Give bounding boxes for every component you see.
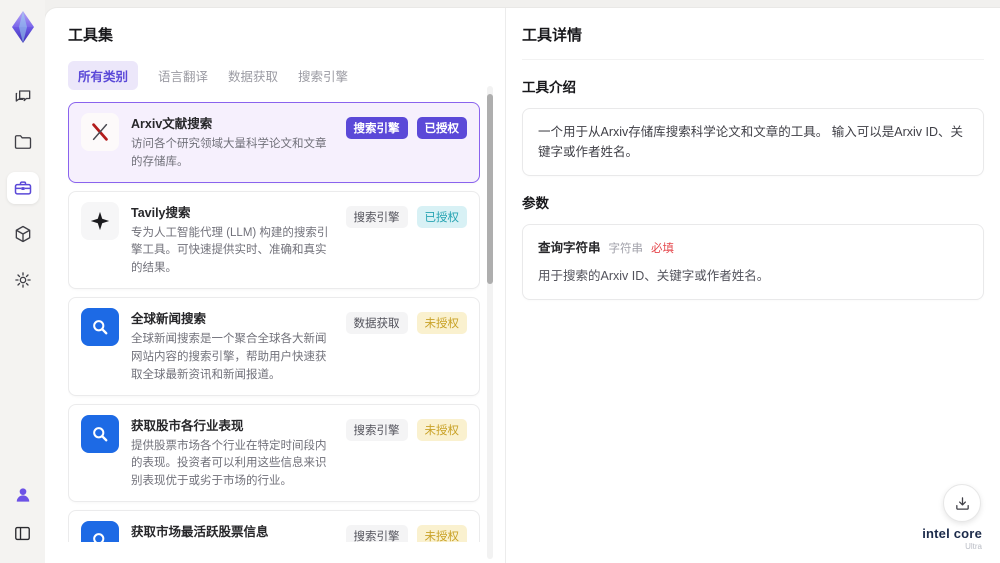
app-window: 工具集 所有类别 语言翻译 数据获取 搜索引擎 Arxiv文献搜索 访问各个研究… (0, 0, 1000, 563)
tool-list: Arxiv文献搜索 访问各个研究领域大量科学论文和文章的存储库。 搜索引擎 已授… (68, 102, 480, 542)
param-box: 查询字符串 字符串 必填 用于搜索的Arxiv ID、关键字或作者姓名。 (522, 224, 984, 301)
tool-description: 专为人工智能代理 (LLM) 构建的搜索引擎工具。可快速提供实时、准确和真实的结… (131, 226, 329, 275)
sidebar-item-settings[interactable] (7, 264, 39, 296)
category-badge: 数据获取 (345, 312, 408, 335)
sidebar-item-chat[interactable] (7, 80, 39, 112)
param-type: 字符串 (608, 243, 644, 255)
sidebar-item-tools[interactable] (6, 172, 39, 204)
scrollbar-thumb[interactable] (487, 94, 493, 284)
panel-layout-icon (15, 526, 30, 540)
toolbox-icon (14, 181, 31, 195)
category-badge: 搜索引擎 (345, 524, 408, 542)
collapse-sidebar-button[interactable] (7, 517, 39, 549)
intro-text: 一个用于从Arxiv存储库搜索科学论文和文章的工具。 输入可以是Arxiv ID… (538, 125, 964, 159)
tool-name: 获取股市各行业表现 (131, 418, 244, 433)
auth-status-badge: 已授权 (416, 117, 467, 139)
tool-icon (81, 201, 119, 240)
tool-icon (81, 520, 119, 542)
category-tab[interactable]: 所有类别 (68, 61, 139, 90)
param-description: 用于搜索的Arxiv ID、关键字或作者姓名。 (538, 269, 770, 284)
tool-card[interactable]: 获取股市各行业表现 提供股票市场各个行业在特定时间段内的表现。投资者可以利用这些… (68, 403, 480, 502)
tool-name: Arxiv文献搜索 (131, 117, 213, 131)
tool-icon (81, 414, 119, 453)
tool-name: Tavily搜索 (131, 205, 191, 220)
brand-text: intel core (922, 526, 982, 541)
sidebar-item-models[interactable] (7, 218, 39, 250)
scrollbar-track[interactable] (487, 86, 493, 559)
page-title: 工具集 (68, 27, 114, 44)
app-logo-icon (11, 11, 34, 43)
intro-heading: 工具介绍 (522, 80, 576, 95)
gear-icon (14, 272, 31, 288)
tool-card[interactable]: 全球新闻搜索 全球新闻搜索是一个聚合全球各大新闻网站内容的搜索引擎，帮助用户快速… (68, 297, 480, 396)
tool-icon (81, 113, 119, 151)
category-tab[interactable]: 数据获取 (228, 61, 278, 90)
tool-card[interactable]: Tavily搜索 专为人工智能代理 (LLM) 构建的搜索引擎工具。可快速提供实… (68, 190, 480, 290)
user-icon (16, 488, 29, 502)
tool-icon (81, 308, 119, 347)
auth-status-badge: 未授权 (416, 312, 467, 335)
category-badge: 搜索引擎 (345, 418, 408, 441)
tool-details-pane: 工具详情 工具介绍 一个用于从Arxiv存储库搜索科学论文和文章的工具。 输入可… (505, 8, 1000, 563)
sidebar-item-files[interactable] (7, 126, 39, 158)
tool-name: 获取市场最活跃股票信息 (131, 524, 269, 539)
folder-icon (14, 135, 31, 149)
intel-core-logo: intel core Ultra (922, 526, 982, 551)
auth-status-badge: 未授权 (416, 418, 467, 441)
cube-icon (15, 225, 30, 243)
content-area: 工具集 所有类别 语言翻译 数据获取 搜索引擎 Arxiv文献搜索 访问各个研究… (45, 8, 1000, 563)
param-required-flag: 必填 (651, 243, 675, 255)
category-badge: 搜索引擎 (345, 117, 408, 139)
tool-description: 全球新闻搜索是一个聚合全球各大新闻网站内容的搜索引擎，帮助用户快速获取全球最新资… (131, 333, 327, 381)
tool-description: 访问各个研究领域大量科学论文和文章的存储库。 (131, 138, 327, 168)
param-name: 查询字符串 (538, 241, 601, 255)
auth-status-badge: 已授权 (416, 205, 467, 228)
category-badge: 搜索引擎 (345, 205, 408, 228)
sidebar (0, 0, 45, 563)
chat-icon (15, 90, 30, 102)
tool-description: 提供股票市场各个行业在特定时间段内的表现。投资者可以利用这些信息来识别表现优于或… (131, 439, 327, 488)
intro-box: 一个用于从Arxiv存储库搜索科学论文和文章的工具。 输入可以是Arxiv ID… (522, 108, 984, 176)
brand-sub-text: Ultra (965, 542, 982, 551)
tool-name: 全球新闻搜索 (131, 312, 207, 327)
category-tab[interactable]: 语言翻译 (158, 61, 208, 90)
params-heading: 参数 (522, 196, 549, 211)
auth-status-badge: 未授权 (416, 524, 467, 542)
user-avatar[interactable] (7, 479, 39, 511)
category-tabs: 所有类别 语言翻译 数据获取 搜索引擎 (68, 61, 505, 90)
tool-card[interactable]: Arxiv文献搜索 访问各个研究领域大量科学论文和文章的存储库。 搜索引擎 已授… (68, 102, 480, 183)
details-title: 工具详情 (522, 24, 984, 60)
category-tab[interactable]: 搜索引擎 (298, 61, 348, 90)
download-icon (955, 496, 969, 510)
tool-list-pane: 工具集 所有类别 语言翻译 数据获取 搜索引擎 Arxiv文献搜索 访问各个研究… (45, 8, 505, 563)
tool-card[interactable]: 获取市场最活跃股票信息 提供当天交易量最高的股票列表，投资者可以利用这些信息来识… (68, 509, 480, 542)
download-button[interactable] (943, 484, 981, 522)
